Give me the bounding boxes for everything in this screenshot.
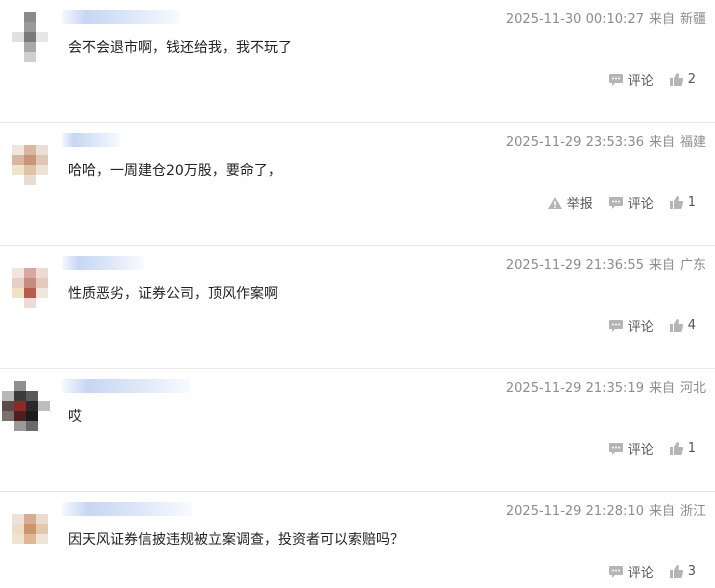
comment-time: 2025-11-29 21:36:55 (505, 258, 644, 273)
comment-label: 评论 (627, 443, 654, 458)
comment-location: 福建 (679, 135, 706, 150)
comment-label: 评论 (627, 320, 654, 335)
comment-meta: 2025-11-29 21:35:19 来自 河北 (506, 377, 706, 396)
username[interactable] (62, 256, 144, 270)
thumbs-up-icon (669, 442, 683, 455)
comment-actions: 评论 4 (608, 316, 696, 335)
comment-icon (608, 565, 623, 578)
warning-icon (547, 196, 562, 209)
comment-time: 2025-11-29 21:28:10 (505, 504, 644, 519)
like-count: 2 (687, 72, 696, 87)
comment-button[interactable]: 评论 (608, 193, 654, 212)
comment-meta: 2025-11-30 00:10:27 来自 新疆 (506, 8, 706, 27)
comment-meta: 2025-11-29 21:28:10 来自 浙江 (506, 500, 706, 519)
comment-icon (608, 196, 623, 209)
comment-time: 2025-11-29 21:35:19 (505, 381, 644, 396)
avatar[interactable] (2, 381, 50, 431)
like-count: 4 (687, 318, 696, 333)
comment-location: 广东 (679, 258, 706, 273)
username[interactable] (62, 379, 190, 393)
comment-source: 来自 (648, 135, 675, 150)
comment-icon (608, 319, 623, 332)
report-label: 举报 (566, 197, 593, 212)
like-button[interactable]: 2 (669, 72, 696, 87)
comment-icon (608, 73, 623, 86)
username[interactable] (62, 133, 120, 147)
username[interactable] (62, 10, 180, 24)
like-count: 3 (687, 564, 696, 579)
comment-source: 来自 (648, 258, 675, 273)
comment-button[interactable]: 评论 (608, 316, 654, 335)
comment-actions: 评论 2 (608, 70, 696, 89)
comment-location: 河北 (679, 381, 706, 396)
like-button[interactable]: 1 (669, 195, 696, 210)
comment-text: 哎 (68, 409, 82, 425)
comment-button[interactable]: 评论 (608, 439, 654, 458)
comment-actions: 评论 1 (608, 439, 696, 458)
avatar[interactable] (12, 258, 48, 308)
username[interactable] (62, 502, 192, 516)
comment-text: 因天风证券信披违规被立案调查，投资者可以索赔吗？ (68, 532, 404, 548)
comment-meta: 2025-11-29 23:53:36 来自 福建 (506, 131, 706, 150)
avatar[interactable] (12, 135, 48, 185)
comment-button[interactable]: 评论 (608, 70, 654, 89)
comment-label: 评论 (627, 197, 654, 212)
avatar[interactable] (12, 504, 48, 554)
comment-button[interactable]: 评论 (608, 562, 654, 581)
avatar[interactable] (12, 12, 48, 62)
comment-source: 来自 (648, 504, 675, 519)
comment-item: 2025-11-29 21:36:55 来自 广东 性质恶劣，证券公司，顶风作案啊 … (0, 246, 715, 369)
like-button[interactable]: 1 (669, 441, 696, 456)
comment-source: 来自 (648, 12, 675, 27)
thumbs-up-icon (669, 73, 683, 86)
report-button[interactable]: 举报 (547, 193, 593, 212)
comment-text: 哈哈，一周建仓20万股，要命了， (68, 163, 282, 179)
comment-source: 来自 (648, 381, 675, 396)
like-count: 1 (687, 441, 696, 456)
comment-label: 评论 (627, 74, 654, 89)
comment-time: 2025-11-29 23:53:36 (505, 135, 644, 150)
comment-time: 2025-11-30 00:10:27 (505, 12, 644, 27)
comment-item: 2025-11-29 21:28:10 来自 浙江 因天风证券信披违规被立案调查，投… (0, 492, 715, 588)
thumbs-up-icon (669, 565, 683, 578)
comment-text: 会不会退市啊，钱还给我，我不玩了 (68, 40, 292, 56)
comment-location: 浙江 (679, 504, 706, 519)
comment-icon (608, 442, 623, 455)
comment-label: 评论 (627, 566, 654, 581)
comment-item: 2025-11-29 23:53:36 来自 福建 哈哈，一周建仓20万股，要命了，… (0, 123, 715, 246)
comment-item: 2025-11-29 21:35:19 来自 河北 哎 评论 1 (0, 369, 715, 492)
like-button[interactable]: 4 (669, 318, 696, 333)
comment-actions: 举报 评论 1 (547, 193, 696, 212)
comment-actions: 评论 3 (608, 562, 696, 581)
like-button[interactable]: 3 (669, 564, 696, 579)
thumbs-up-icon (669, 196, 683, 209)
comment-location: 新疆 (679, 12, 706, 27)
comment-meta: 2025-11-29 21:36:55 来自 广东 (506, 254, 706, 273)
comment-item: 2025-11-30 00:10:27 来自 新疆 会不会退市啊，钱还给我，我不玩了… (0, 0, 715, 123)
like-count: 1 (687, 195, 696, 210)
thumbs-up-icon (669, 319, 683, 332)
comment-text: 性质恶劣，证券公司，顶风作案啊 (68, 286, 278, 302)
